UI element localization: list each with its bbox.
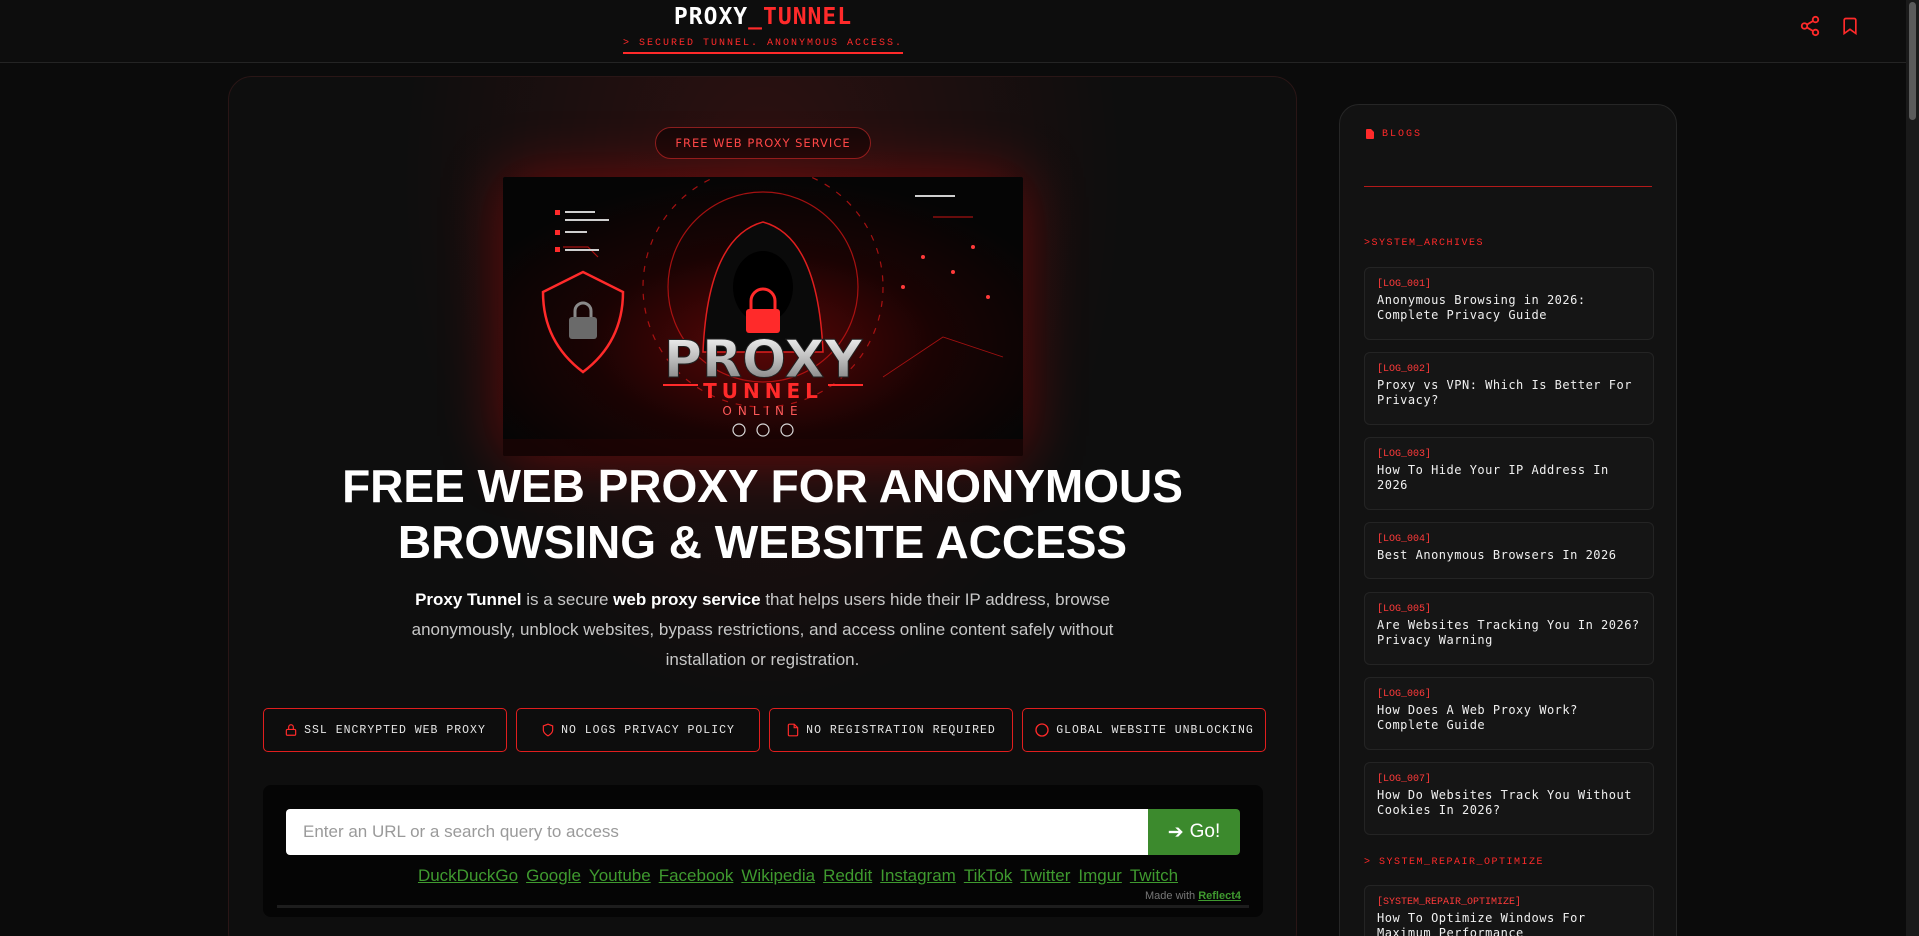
quick-link-reddit[interactable]: Reddit [823, 866, 872, 885]
reflect4-link[interactable]: Reflect4 [1198, 890, 1241, 902]
desc-brand: Proxy Tunnel [415, 590, 522, 609]
section-system-archives: >SYSTEM_ARCHIVES [1364, 238, 1485, 249]
site-tagline: > SECURED TUNNEL. ANONYMOUS ACCESS. [622, 38, 904, 54]
site-title[interactable]: PROXY_TUNNEL [0, 4, 1526, 30]
blog-log-card[interactable]: [LOG_001] Anonymous Browsing in 2026: Co… [1364, 267, 1654, 340]
document-icon [787, 723, 799, 737]
brand-accent-text: _TUNNEL [748, 4, 853, 30]
quick-link-tiktok[interactable]: TikTok [964, 866, 1013, 885]
feature-no-logs[interactable]: NO LOGS PRIVACY POLICY [516, 708, 760, 752]
desc-strong: web proxy service [613, 590, 761, 609]
log-title: Anonymous Browsing in 2026: Complete Pri… [1377, 293, 1586, 322]
quick-link-duckduckgo[interactable]: DuckDuckGo [418, 866, 518, 885]
feature-label: NO REGISTRATION REQUIRED [806, 723, 996, 737]
feature-label: NO LOGS PRIVACY POLICY [561, 723, 735, 737]
hero-logo-small: ONLINE [722, 404, 803, 418]
brand[interactable]: PROXY_TUNNEL > SECURED TUNNEL. ANONYMOUS… [0, 4, 1526, 54]
url-search-input[interactable] [286, 809, 1149, 855]
feature-label: SSL ENCRYPTED WEB PROXY [304, 723, 486, 737]
blog-log-card[interactable]: [LOG_007] How Do Websites Track You With… [1364, 762, 1654, 835]
log-id: [LOG_002] [1377, 364, 1432, 375]
arrow-right-icon: ➔ [1167, 821, 1184, 843]
log-title: Proxy vs VPN: Which Is Better For Privac… [1377, 378, 1632, 407]
feature-no-registration[interactable]: NO REGISTRATION REQUIRED [769, 708, 1013, 752]
feature-label: GLOBAL WEBSITE UNBLOCKING [1056, 723, 1254, 737]
proxy-search-box: ➔Go! DuckDuckGo Google Youtube Facebook Wiki… [263, 785, 1263, 917]
sidebar-divider [1364, 186, 1652, 187]
quick-link-facebook[interactable]: Facebook [659, 866, 734, 885]
log-id: [LOG_006] [1377, 689, 1432, 700]
sidebar-heading: BLOGS [1364, 127, 1422, 141]
blog-log-card[interactable]: [LOG_003] How To Hide Your IP Address In… [1364, 437, 1654, 510]
go-button[interactable]: ➔ Go! [1148, 809, 1240, 855]
feature-list: SSL ENCRYPTED WEB PROXY NO LOGS PRIVACY … [263, 708, 1266, 752]
log-id: [LOG_005] [1377, 604, 1432, 615]
blog-log-card[interactable]: [SYSTEM_REPAIR_OPTIMIZE] How To Optimize… [1364, 885, 1654, 936]
log-title: Best Anonymous Browsers In 2026 [1377, 548, 1617, 562]
sidebar-heading-text: BLOGS [1382, 128, 1423, 140]
log-title: How Does A Web Proxy Work? Complete Guid… [1377, 703, 1578, 732]
quick-link-instagram[interactable]: Instagram [880, 866, 956, 885]
quick-link-imgur[interactable]: Imgur [1078, 866, 1121, 885]
go-button-label: Go! [1189, 821, 1221, 842]
log-title: How To Optimize Windows For Maximum Perf… [1377, 911, 1586, 936]
hero-image: PROXY TUNNEL ONLINE [503, 177, 1023, 456]
shield-icon [542, 723, 554, 737]
top-bar: PROXY_TUNNEL > SECURED TUNNEL. ANONYMOUS… [0, 0, 1906, 63]
blog-log-card[interactable]: [LOG_006] How Does A Web Proxy Work? Com… [1364, 677, 1654, 750]
log-id: [LOG_004] [1377, 534, 1432, 545]
quick-links: DuckDuckGo Google Youtube Facebook Wikipedia… [263, 866, 1263, 886]
blog-log-card[interactable]: [LOG_004] Best Anonymous Browsers In 202… [1364, 522, 1654, 579]
quick-link-twitch[interactable]: Twitch [1130, 866, 1178, 885]
feature-global-unblocking[interactable]: GLOBAL WEBSITE UNBLOCKING [1022, 708, 1266, 752]
log-id: [LOG_003] [1377, 449, 1432, 460]
log-title: How Do Websites Track You Without Cookie… [1377, 788, 1632, 817]
service-badge: FREE WEB PROXY SERVICE [655, 127, 871, 159]
header-actions [1798, 14, 1862, 38]
hero-logo-subtext: TUNNEL [703, 379, 823, 403]
blog-log-card[interactable]: [LOG_005] Are Websites Tracking You In 2… [1364, 592, 1654, 665]
quick-link-google[interactable]: Google [526, 866, 581, 885]
brand-main-text: PROXY [673, 4, 749, 30]
blog-log-card[interactable]: [LOG_002] Proxy vs VPN: Which Is Better … [1364, 352, 1654, 425]
page-scrollbar[interactable] [1906, 0, 1919, 936]
made-with-credit: Made with Reflect4 [1145, 890, 1241, 902]
feature-ssl[interactable]: SSL ENCRYPTED WEB PROXY [263, 708, 507, 752]
search-progress-track [277, 905, 1249, 908]
scrollbar-thumb[interactable] [1909, 2, 1916, 120]
page-headline: FREE WEB PROXY FOR ANONYMOUS BROWSING & … [342, 460, 1183, 568]
log-id: [LOG_007] [1377, 774, 1432, 785]
page-description: Proxy Tunnel is a secure web proxy servi… [400, 585, 1125, 675]
made-with-prefix: Made with [1145, 890, 1199, 902]
globe-icon [1035, 723, 1049, 737]
section-system-repair: > SYSTEM_REPAIR_OPTIMIZE [1364, 857, 1545, 868]
log-id: [LOG_001] [1377, 279, 1432, 290]
quick-link-youtube[interactable]: Youtube [589, 866, 651, 885]
blog-sidebar: BLOGS >SYSTEM_ARCHIVES [LOG_001] Anonymo… [1339, 104, 1677, 936]
quick-link-wikipedia[interactable]: Wikipedia [741, 866, 815, 885]
document-icon [1366, 129, 1374, 139]
quick-link-twitter[interactable]: Twitter [1020, 866, 1070, 885]
log-title: Are Websites Tracking You In 2026? Priva… [1377, 618, 1640, 647]
share-icon[interactable] [1798, 14, 1822, 38]
bookmark-icon[interactable] [1838, 14, 1862, 38]
log-title: How To Hide Your IP Address In 2026 [1377, 463, 1609, 492]
log-id: [SYSTEM_REPAIR_OPTIMIZE] [1377, 897, 1522, 908]
lock-icon [285, 724, 297, 736]
desc-text-1: is a secure [521, 590, 614, 609]
